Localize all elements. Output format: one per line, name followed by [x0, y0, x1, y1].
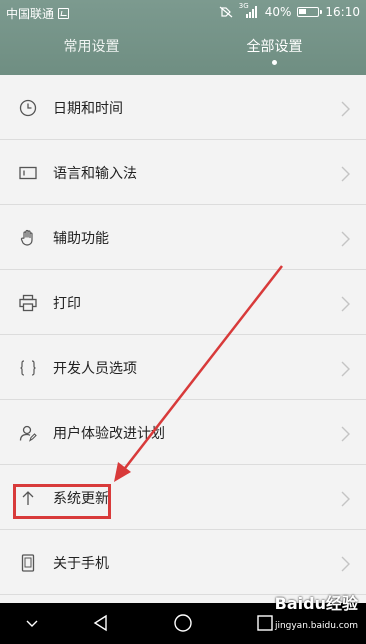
- settings-item-label: 辅助功能: [53, 231, 109, 247]
- chevron-down-icon[interactable]: [22, 613, 42, 633]
- chevron-right-icon: [341, 296, 350, 312]
- settings-item-label: 用户体验改进计划: [53, 426, 165, 442]
- settings-item-about-phone[interactable]: 关于手机: [0, 530, 366, 595]
- chevron-right-icon: [341, 556, 350, 572]
- tab-label: 常用设置: [63, 39, 120, 55]
- settings-item-label: 语言和输入法: [53, 166, 137, 182]
- annotation-highlight-box: [13, 484, 111, 519]
- clock-icon: [19, 99, 37, 117]
- settings-item-language-input[interactable]: 语言和输入法: [0, 140, 366, 205]
- settings-item-label: 打印: [53, 296, 81, 312]
- status-bar: 中国联通 3G 40% 16:10: [0, 0, 366, 26]
- settings-item-date-time[interactable]: 日期和时间: [0, 75, 366, 140]
- printer-icon: [19, 294, 37, 312]
- settings-item-accessibility[interactable]: 辅助功能: [0, 205, 366, 270]
- phone-icon: [21, 554, 35, 572]
- app-header: 中国联通 3G 40% 16:10 常用设置 全部设置: [0, 0, 366, 75]
- signal-icon: [245, 6, 257, 18]
- settings-item-label: 日期和时间: [53, 101, 123, 117]
- settings-item-print[interactable]: 打印: [0, 270, 366, 335]
- chevron-right-icon: [341, 361, 350, 377]
- keyboard-icon: [19, 166, 37, 180]
- battery-percent: 40%: [264, 5, 292, 19]
- settings-tabs: 常用设置 全部设置: [0, 36, 366, 70]
- chevron-right-icon: [341, 101, 350, 117]
- user-icon: [19, 425, 37, 442]
- settings-item-label: 关于手机: [53, 556, 109, 572]
- home-circle-icon[interactable]: [173, 613, 193, 633]
- watermark-url: jingyan.baidu.com: [274, 621, 358, 631]
- active-tab-indicator: [272, 60, 277, 65]
- braces-icon: [20, 360, 36, 376]
- recent-square-icon[interactable]: [255, 613, 275, 633]
- watermark-brand: Baidu经验: [274, 594, 358, 613]
- status-left: 中国联通: [6, 5, 70, 22]
- chevron-right-icon: [341, 231, 350, 247]
- tab-all-settings[interactable]: 全部设置: [183, 36, 366, 70]
- status-right: 3G 40% 16:10: [219, 2, 360, 19]
- back-triangle-icon[interactable]: [91, 613, 111, 633]
- settings-item-user-experience[interactable]: 用户体验改进计划: [0, 400, 366, 465]
- hand-icon: [20, 229, 33, 246]
- sim-icon: [58, 8, 70, 19]
- tab-common-settings[interactable]: 常用设置: [0, 36, 183, 70]
- tab-label: 全部设置: [246, 39, 303, 55]
- settings-item-developer-options[interactable]: 开发人员选项: [0, 335, 366, 400]
- chevron-right-icon: [341, 166, 350, 182]
- mute-vibrate-icon: [219, 6, 233, 18]
- carrier-label: 中国联通: [6, 7, 55, 21]
- chevron-right-icon: [341, 491, 350, 507]
- battery-icon: [297, 7, 323, 17]
- chevron-right-icon: [341, 426, 350, 442]
- settings-item-label: 开发人员选项: [53, 361, 137, 377]
- status-time: 16:10: [325, 5, 360, 19]
- network-indicator: 3G: [239, 2, 259, 19]
